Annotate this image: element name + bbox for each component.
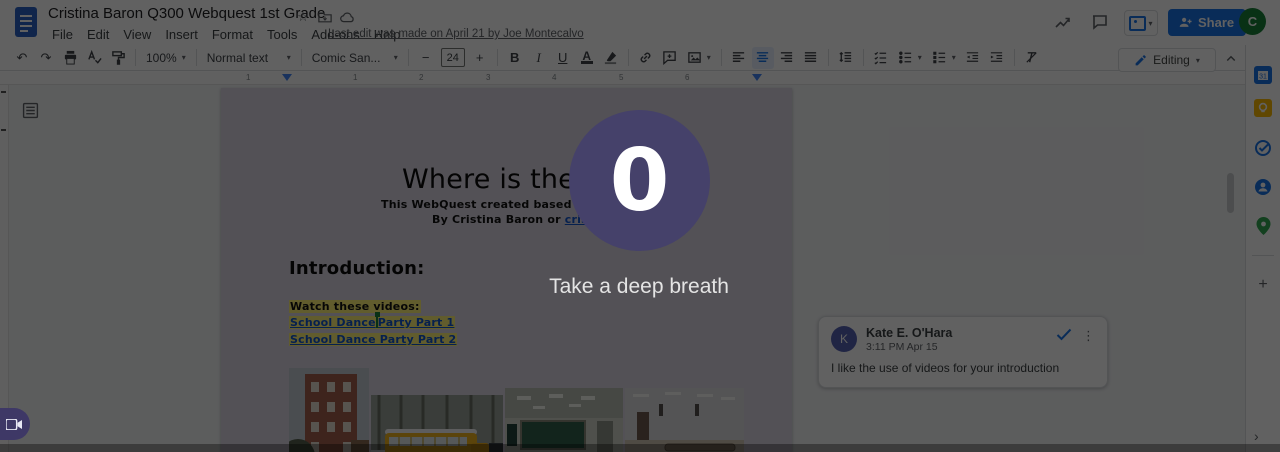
countdown-circle: 0 — [569, 110, 710, 251]
countdown-number: 0 — [609, 130, 670, 231]
video-camera-icon — [6, 418, 22, 430]
bottom-edge-strip — [0, 444, 1280, 452]
google-docs-window: Cristina Baron Q300 Webquest 1st Grade ☆… — [0, 0, 1280, 452]
countdown-message: Take a deep breath — [549, 275, 729, 298]
